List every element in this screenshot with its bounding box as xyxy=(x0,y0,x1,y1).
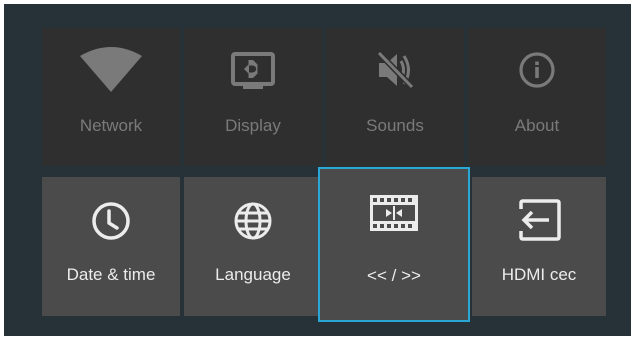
tile-language[interactable]: Language xyxy=(184,177,322,316)
tile-date-time[interactable]: Date & time xyxy=(42,177,180,316)
tile-hdmi-cec-label: HDMI cec xyxy=(501,265,577,284)
input-hdmi-icon xyxy=(519,199,561,241)
tile-network-label: Network xyxy=(79,116,143,135)
tile-sounds-label: Sounds xyxy=(366,116,424,135)
settings-screen: Network Display Sounds About Date & time… xyxy=(4,4,631,336)
display-brightness-icon xyxy=(231,52,275,89)
tile-language-label: Language xyxy=(215,265,291,284)
tile-seek-label: << / >> xyxy=(367,266,421,285)
tile-sounds[interactable]: Sounds xyxy=(326,28,464,166)
clock-icon xyxy=(92,202,130,240)
tile-hdmi-cec[interactable]: HDMI cec xyxy=(472,177,606,316)
volume-off-icon xyxy=(376,50,415,90)
info-icon xyxy=(519,52,555,88)
tile-display[interactable]: Display xyxy=(184,28,322,166)
tile-display-label: Display xyxy=(225,116,281,135)
tile-about[interactable]: About xyxy=(468,28,606,166)
wifi-icon xyxy=(80,47,142,92)
tile-network[interactable]: Network xyxy=(42,28,180,166)
tile-seek-focused[interactable]: << / >> xyxy=(318,167,470,322)
tile-about-label: About xyxy=(514,116,560,135)
film-strip-seek-icon xyxy=(370,195,418,231)
tile-date-time-label: Date & time xyxy=(66,265,156,284)
globe-icon xyxy=(234,202,272,240)
